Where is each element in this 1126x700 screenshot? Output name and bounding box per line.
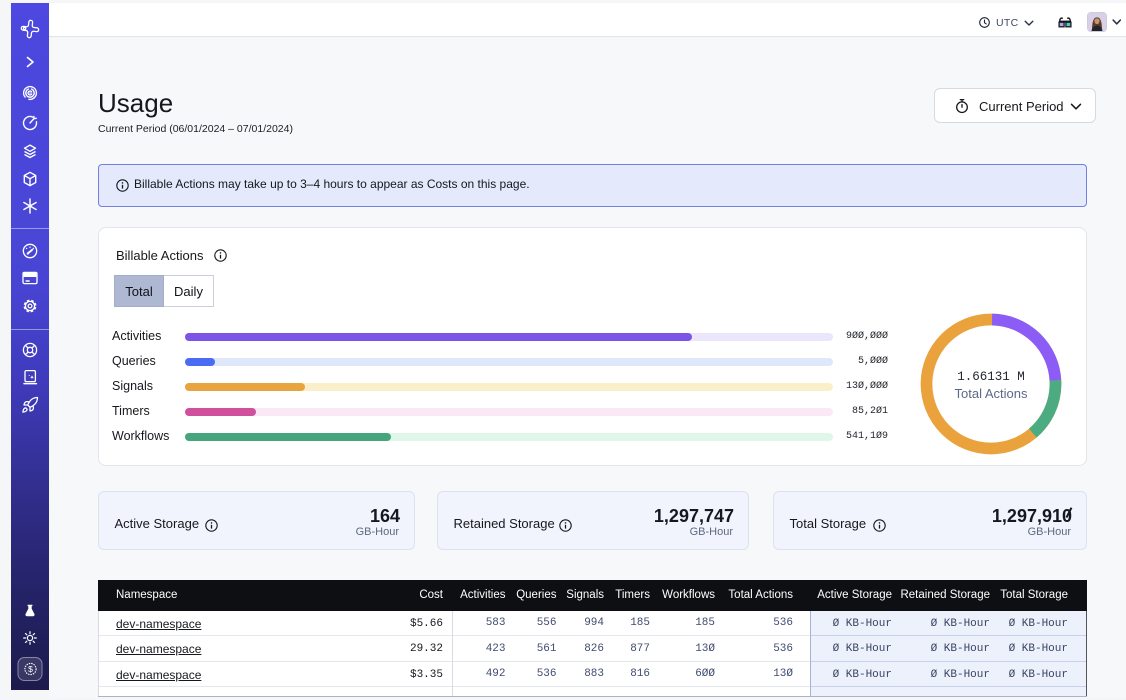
svg-text:$: $ — [28, 664, 33, 674]
